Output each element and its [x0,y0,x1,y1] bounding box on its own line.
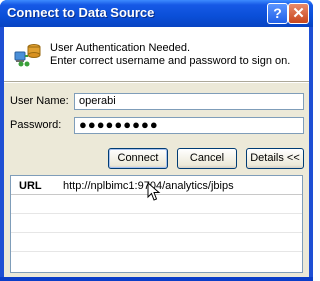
help-button[interactable]: ? [267,3,288,24]
info-header: User Authentication Needed. Enter correc… [4,27,309,81]
dialog-window: Connect to Data Source ? ✕ User Authenti… [0,0,313,281]
username-input[interactable]: operabi [74,93,304,110]
details-grid-line [11,213,302,214]
header-divider [4,81,309,83]
cancel-button[interactable]: Cancel [177,148,237,169]
details-toggle-button[interactable]: Details << [246,148,304,169]
details-grid-line [11,251,302,252]
auth-needed-message: User Authentication Needed. [50,42,191,54]
username-label: User Name: [10,95,69,107]
password-input[interactable]: ●●●●●●●●● [74,117,304,134]
title-bar[interactable]: Connect to Data Source ? ✕ [0,0,313,27]
data-source-connect-icon [14,44,41,67]
password-label: Password: [10,119,62,131]
dialog-body: User Authentication Needed. Enter correc… [4,27,309,277]
auth-instructions: Enter correct username and password to s… [50,55,291,67]
close-button[interactable]: ✕ [288,3,309,24]
details-grid-line [11,232,302,233]
mouse-cursor-icon [147,182,161,201]
connect-button[interactable]: Connect [108,148,168,169]
window-bottom-border [0,277,313,281]
url-key: URL [19,180,42,192]
window-title: Connect to Data Source [7,5,155,20]
